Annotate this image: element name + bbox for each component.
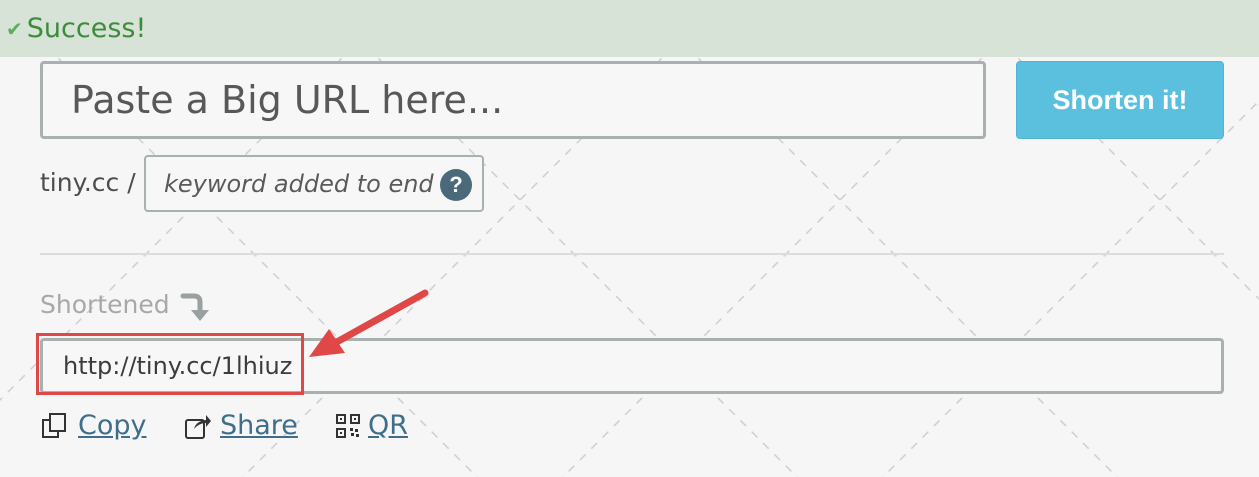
qr-label: QR: [368, 410, 409, 441]
shortened-label: Shortened: [40, 290, 170, 319]
shorten-button[interactable]: Shorten it!: [1016, 61, 1224, 139]
copy-label: Copy: [78, 410, 147, 441]
keyword-field: ?: [144, 155, 484, 212]
help-icon[interactable]: ?: [440, 169, 472, 201]
turn-down-arrow-icon: [180, 293, 209, 321]
qr-code-icon: [336, 413, 360, 438]
share-icon: [185, 414, 211, 439]
keyword-input[interactable]: [164, 167, 434, 201]
shortened-url-field[interactable]: [40, 338, 1224, 394]
long-url-input[interactable]: [40, 61, 986, 139]
success-alert: ✔ Success!: [0, 0, 1259, 57]
copy-link[interactable]: Copy: [40, 410, 147, 441]
share-link[interactable]: Share: [184, 410, 298, 441]
success-message: Success!: [26, 13, 147, 44]
domain-prefix-label: tiny.cc /: [40, 168, 136, 197]
share-label: Share: [220, 410, 298, 441]
check-icon: ✔: [6, 16, 23, 41]
copy-icon: [42, 412, 66, 438]
divider: [40, 253, 1224, 255]
qr-link[interactable]: QR: [336, 410, 408, 441]
